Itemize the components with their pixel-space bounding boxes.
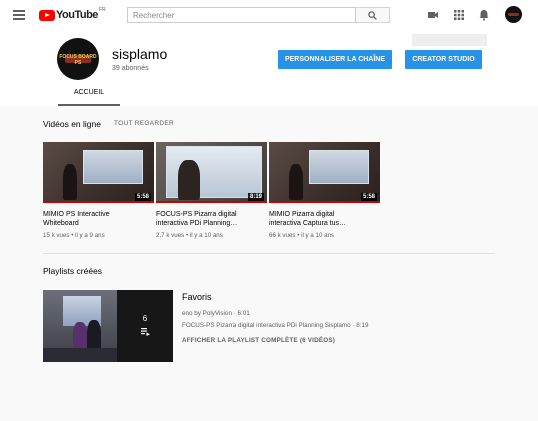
top-bar: YouTube FR Rechercher <box>0 0 538 30</box>
playlist-video-count: 6 <box>142 314 148 323</box>
creator-studio-button[interactable]: CREATOR STUDIO <box>405 50 482 69</box>
video-duration: 8:19 <box>247 193 264 201</box>
video-views: 2,7 k vues <box>156 232 185 239</box>
search-input[interactable]: Rechercher <box>127 7 356 23</box>
view-full-playlist-link[interactable]: AFFICHER LA PLAYLIST COMPLÈTE (6 VIDÉOS) <box>182 337 335 344</box>
video-duration: 5:58 <box>360 193 377 201</box>
video-age: il y a 10 ans <box>189 232 223 239</box>
playlist-thumbnail[interactable]: 6 <box>43 290 173 362</box>
video-views: 15 k vues <box>43 232 70 239</box>
video-title[interactable]: MIMIO PS Interactive Whiteboard <box>43 210 154 228</box>
youtube-logo[interactable]: YouTube FR <box>39 7 106 21</box>
customize-channel-button[interactable]: PERSONNALISER LA CHAÎNE <box>278 50 392 69</box>
header-placeholder-bar <box>412 34 487 46</box>
search-button[interactable] <box>356 7 390 23</box>
channel-header: FOCUS BOARD PS sisplamo 39 abonnés PERSO… <box>0 30 538 106</box>
see-all-button[interactable]: TOUT REGARDER <box>114 120 174 127</box>
video-title-line[interactable]: interactiva Captura tus… <box>269 219 380 228</box>
channel-avatar-text: FOCUS BOARD PS <box>59 54 97 66</box>
video-title[interactable]: FOCUS-PS Pizarra digital interactiva PDi… <box>156 210 267 228</box>
video-title[interactable]: MIMIO Pizarra digital interactiva Captur… <box>269 210 380 228</box>
logo-region: FR <box>98 7 106 13</box>
logo-text: YouTube <box>56 9 98 21</box>
channel-name: sisplamo <box>112 46 168 62</box>
video-title-line[interactable]: Whiteboard <box>43 219 154 228</box>
video-thumbnail[interactable]: 8:19 <box>156 142 267 203</box>
menu-icon[interactable] <box>13 10 25 20</box>
uploads-section-title[interactable]: Vidéos en ligne <box>43 119 101 129</box>
video-meta: 66 k vues • il y a 10 ans <box>269 232 335 239</box>
playlist-icon <box>141 328 150 336</box>
playlist-count-overlay[interactable]: 6 <box>117 290 173 362</box>
account-avatar[interactable] <box>505 6 522 23</box>
play-logo-icon <box>39 9 55 21</box>
video-title-line[interactable]: interactiva PDi Planning… <box>156 219 267 228</box>
subscriber-count: 39 abonnés <box>112 65 149 72</box>
tab-home[interactable]: ACCUEIL <box>58 88 120 106</box>
search-icon <box>368 11 377 20</box>
channel-avatar: FOCUS BOARD PS <box>57 38 99 80</box>
video-age: il y a 9 ans <box>75 232 105 239</box>
notifications-bell-icon[interactable] <box>478 9 490 21</box>
playlist-video-line[interactable]: eno by PolyVision · 6:01 <box>182 310 250 317</box>
video-meta: 15 k vues • il y a 9 ans <box>43 232 105 239</box>
video-age: il y a 10 ans <box>301 232 335 239</box>
video-title-line[interactable]: MIMIO Pizarra digital <box>269 210 380 219</box>
section-divider <box>43 253 495 254</box>
create-video-icon[interactable] <box>427 9 439 21</box>
playlists-section-title: Playlists créées <box>43 266 103 276</box>
playlist-video-line[interactable]: FOCUS-PS Pizarra digital interactiva PDi… <box>182 322 369 329</box>
video-views: 66 k vues <box>269 232 296 239</box>
video-title-line[interactable]: MIMIO PS Interactive <box>43 210 154 219</box>
apps-grid-icon[interactable] <box>453 9 465 21</box>
playlist-title[interactable]: Favoris <box>182 292 212 302</box>
video-thumbnail[interactable]: 5:58 <box>269 142 380 203</box>
video-title-line[interactable]: FOCUS-PS Pizarra digital <box>156 210 267 219</box>
video-meta: 2,7 k vues • il y a 10 ans <box>156 232 223 239</box>
video-thumbnail[interactable]: 5:58 <box>43 142 154 203</box>
video-duration: 5:58 <box>134 193 151 201</box>
